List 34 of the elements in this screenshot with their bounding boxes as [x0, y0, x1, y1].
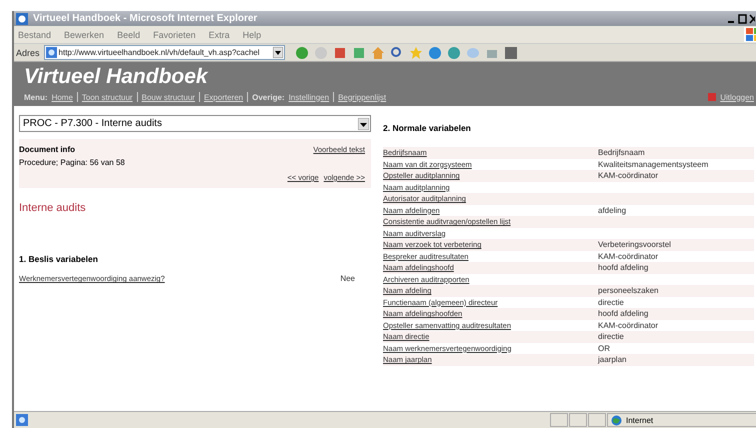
- zone-label: Internet: [626, 416, 654, 424]
- variable-value: KAM-coördinator: [598, 171, 660, 180]
- address-field[interactable]: http://www.virtueelhandboek.nl/vh/default_vh.asp?cachel: [44, 45, 285, 60]
- section-title: 1. Beslis variabelen: [19, 254, 99, 264]
- menu-item[interactable]: Favorieten: [153, 30, 196, 40]
- variable-value: directie: [598, 332, 625, 342]
- variable-value: personeelszaken: [598, 286, 660, 296]
- variable-value: Verbeteringsvoorstel: [598, 240, 672, 250]
- section-title: 2. Normale variabelen: [383, 123, 472, 133]
- variable-value: hoofd afdeling: [598, 309, 650, 318]
- menu-item[interactable]: Bewerken: [64, 30, 104, 40]
- document-select[interactable]: PROC - P7.300 - Interne audits: [19, 115, 371, 132]
- menu-item[interactable]: Extra: [208, 30, 230, 40]
- variable-value: directie: [598, 298, 625, 307]
- address-label: Adres: [16, 48, 40, 58]
- variable-value: jaarplan: [598, 355, 628, 364]
- document-meta: Procedure; Pagina: 56 van 58: [19, 158, 126, 167]
- menu-item[interactable]: Beeld: [117, 30, 140, 40]
- variable-value: afdeling: [598, 206, 628, 215]
- nav-label: Overige:: [252, 92, 285, 102]
- window-title: Virtueel Handboek - Microsoft Internet Explorer: [33, 13, 258, 24]
- variable-value: OR: [598, 344, 611, 353]
- menu-item[interactable]: Help: [242, 30, 262, 40]
- variable-value: Nee: [340, 274, 355, 284]
- variable-value: Bedrijfsnaam: [598, 148, 646, 158]
- panel-title: Document info: [19, 145, 75, 154]
- variable-value: Kwaliteitsmanagementsysteem: [598, 160, 710, 169]
- page-title: Interne audits: [19, 202, 87, 214]
- menu-item[interactable]: Bestand: [18, 30, 52, 40]
- site-title: Virtueel Handboek: [24, 65, 210, 89]
- nav-label: Menu:: [24, 92, 48, 102]
- variable-value: KAM-coördinator: [598, 252, 660, 261]
- variable-value: hoofd afdeling: [598, 263, 650, 272]
- variable-value: KAM-coördinator: [598, 320, 660, 330]
